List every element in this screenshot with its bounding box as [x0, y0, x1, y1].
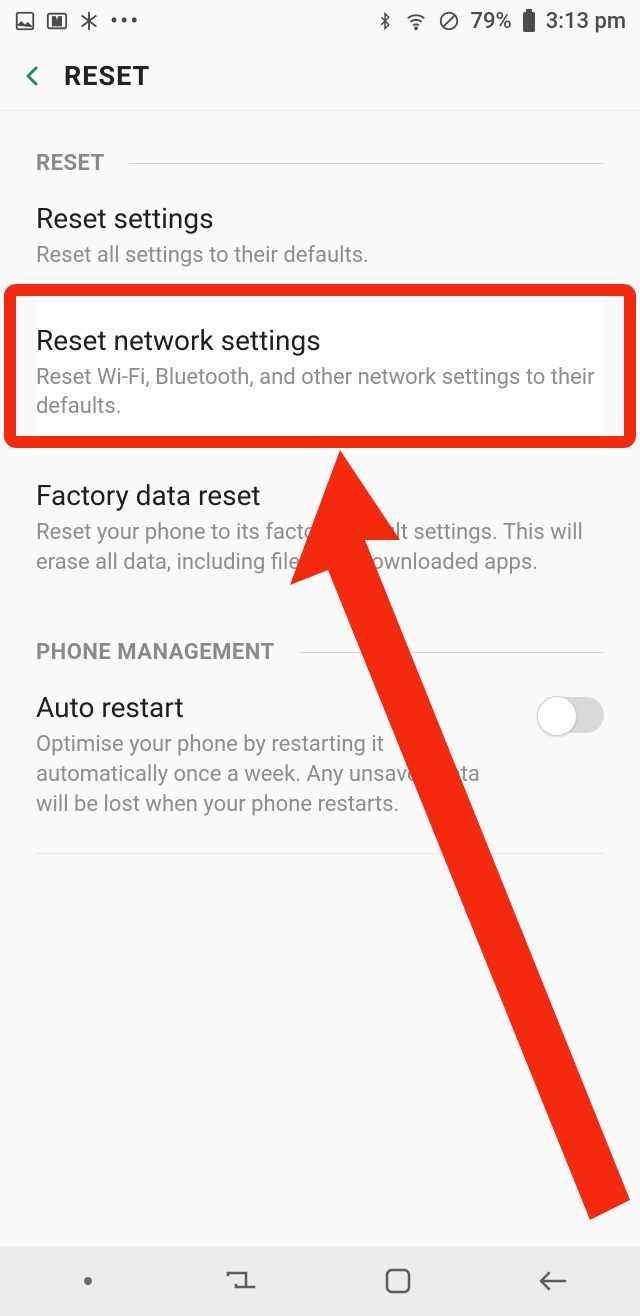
item-title: Auto restart — [36, 691, 512, 724]
mail-icon: M — [46, 10, 68, 32]
more-icon: ••• — [110, 7, 140, 35]
back-button[interactable] — [14, 57, 52, 95]
item-subtitle: Reset Wi-Fi, Bluetooth, and other networ… — [36, 363, 604, 422]
nav-recents-button[interactable] — [183, 1254, 303, 1308]
battery-icon — [522, 9, 536, 33]
item-auto-restart[interactable]: Auto restart Optimise your phone by rest… — [36, 665, 604, 842]
toggle-knob — [537, 696, 577, 736]
wifi-icon — [404, 10, 428, 32]
item-title: Reset settings — [36, 202, 604, 235]
nav-home-button[interactable] — [338, 1254, 458, 1308]
section-phone-management: PHONE MANAGEMENT Auto restart Optimise y… — [0, 640, 640, 853]
bluetooth-icon — [376, 10, 394, 32]
section-reset: RESET Reset settings Reset all settings … — [0, 151, 640, 600]
nav-back-button[interactable] — [493, 1254, 613, 1308]
nav-indicator — [28, 1254, 148, 1308]
item-title: Factory data reset — [36, 479, 604, 512]
item-title: Reset network settings — [36, 324, 604, 357]
status-bar: M ••• 79% 3:13 pm — [0, 0, 640, 42]
status-left: M ••• — [14, 7, 140, 35]
section-label: PHONE MANAGEMENT — [36, 640, 275, 665]
section-header-reset: RESET — [36, 151, 604, 176]
screen: M ••• 79% 3:13 pm — [0, 0, 640, 1316]
item-subtitle: Optimise your phone by restarting it aut… — [36, 730, 512, 819]
item-subtitle: Reset all settings to their defaults. — [36, 241, 604, 271]
section-header-phone-management: PHONE MANAGEMENT — [36, 640, 604, 665]
page-header: RESET — [0, 42, 640, 111]
section-label: RESET — [36, 151, 105, 176]
divider — [299, 652, 604, 653]
chevron-left-icon — [21, 62, 45, 90]
divider — [129, 163, 604, 164]
divider — [36, 853, 604, 854]
status-right: 79% 3:13 pm — [376, 9, 626, 34]
clock-time: 3:13 pm — [546, 9, 626, 34]
auto-restart-toggle[interactable] — [538, 697, 604, 733]
item-subtitle: Reset your phone to its factory default … — [36, 518, 604, 577]
svg-text:M: M — [52, 15, 62, 29]
no-signal-icon — [438, 10, 460, 32]
snow-icon — [78, 10, 100, 32]
item-reset-network-settings[interactable]: Reset network settings Reset Wi-Fi, Blue… — [36, 294, 604, 453]
item-reset-settings[interactable]: Reset settings Reset all settings to the… — [36, 176, 604, 294]
item-factory-data-reset[interactable]: Factory data reset Reset your phone to i… — [36, 453, 604, 600]
page-title: RESET — [64, 60, 150, 92]
nav-bar — [0, 1246, 640, 1316]
battery-percent: 79% — [470, 9, 511, 34]
image-icon — [14, 10, 36, 32]
